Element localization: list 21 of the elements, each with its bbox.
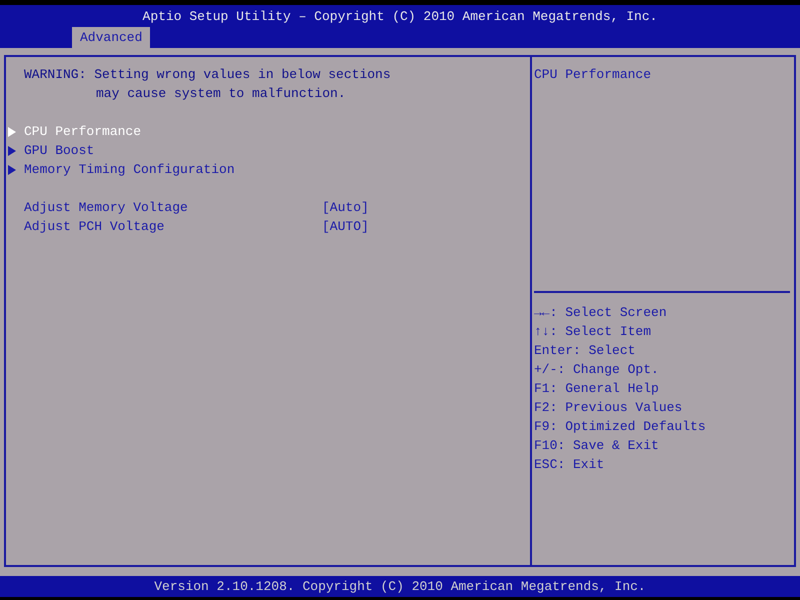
setting-label[interactable]: Adjust Memory Voltage [24,198,322,217]
key-hint: Enter: Select [534,342,636,360]
menu-item[interactable]: GPU Boost [24,141,94,160]
setting-value[interactable]: [AUTO] [322,217,369,236]
key-hint: ↑↓: Select Item [534,323,652,341]
menu-item[interactable]: CPU Performance [24,122,142,141]
key-hint: F2: Previous Values [534,399,684,417]
setting-label[interactable]: Adjust PCH Voltage [24,217,322,236]
tab[interactable]: Advanced [72,27,150,48]
help-text: CPU Performance [534,67,652,82]
key-hint: ESC: Exit [534,456,606,474]
version-text: Version 2.10.1208. Copyright (C) 2010 American Megatrends, Inc. [154,578,646,596]
key-hint: F10: Save & Exit [534,437,660,455]
warning-text: WARNING: Setting wrong values in below sections may cause system to malfunction. [23,66,392,103]
key-hint: +/-: Change Opt. [534,361,660,379]
key-hint: F9: Optimized Defaults [534,418,707,436]
menu-item[interactable]: Memory Timing Configuration [24,160,235,179]
header-title: Aptio Setup Utility – Copyright (C) 2010 American Megatrends, Inc. [142,8,658,26]
key-hint: F1: General Help [534,380,660,398]
setting-value[interactable]: [Auto] [322,198,369,217]
key-hint: →←: Select Screen [534,304,668,322]
